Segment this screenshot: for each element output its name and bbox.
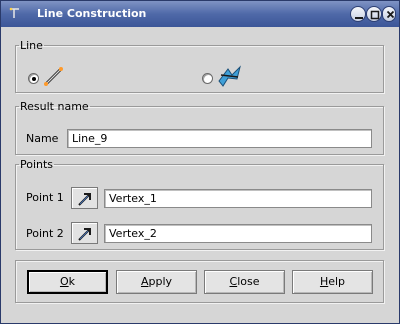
point2-select-button[interactable] xyxy=(71,222,98,244)
maximize-button[interactable] xyxy=(366,6,382,22)
result-name-legend: Result name xyxy=(20,100,89,113)
line-two-points-icon[interactable] xyxy=(42,64,66,88)
help-button[interactable]: Help xyxy=(292,270,373,294)
point1-field[interactable]: Vertex_1 xyxy=(104,189,372,208)
name-label: Name xyxy=(26,132,59,145)
minimize-icon xyxy=(355,17,363,19)
line-construction-icon xyxy=(9,7,19,18)
apply-button[interactable]: Apply xyxy=(116,270,197,294)
close-window-button[interactable] xyxy=(382,6,396,22)
line-group-legend: Line xyxy=(20,39,43,52)
point2-label: Point 2 xyxy=(26,227,64,240)
select-arrow-icon xyxy=(78,193,91,206)
minimize-button[interactable] xyxy=(350,6,366,22)
line-intersection-icon[interactable] xyxy=(216,63,242,89)
point1-label: Point 1 xyxy=(26,191,64,204)
dialog-window: Line Construction Line Result name Name … xyxy=(0,0,400,324)
select-arrow-icon xyxy=(78,228,91,241)
close-button[interactable]: Close xyxy=(204,270,285,294)
points-group-legend: Points xyxy=(20,158,54,171)
point1-select-button[interactable] xyxy=(71,187,98,209)
name-field[interactable]: Line_9 xyxy=(67,129,372,148)
window-title: Line Construction xyxy=(37,7,147,20)
result-name-group: Result name Name Line_9 xyxy=(15,100,384,155)
close-icon xyxy=(386,10,395,19)
action-buttons-group: Ok Apply Close Help xyxy=(15,260,384,303)
line-group: Line xyxy=(15,39,384,93)
points-group: Points Point 1 Vertex_1 Point 2 Vertex_2 xyxy=(15,158,384,250)
maximize-icon xyxy=(370,10,380,20)
radio-line-two-points[interactable] xyxy=(28,73,39,84)
point2-field[interactable]: Vertex_2 xyxy=(104,224,372,243)
ok-button[interactable]: Ok xyxy=(27,270,108,294)
radio-line-intersection[interactable] xyxy=(202,73,213,84)
title-bar[interactable]: Line Construction xyxy=(1,1,399,27)
